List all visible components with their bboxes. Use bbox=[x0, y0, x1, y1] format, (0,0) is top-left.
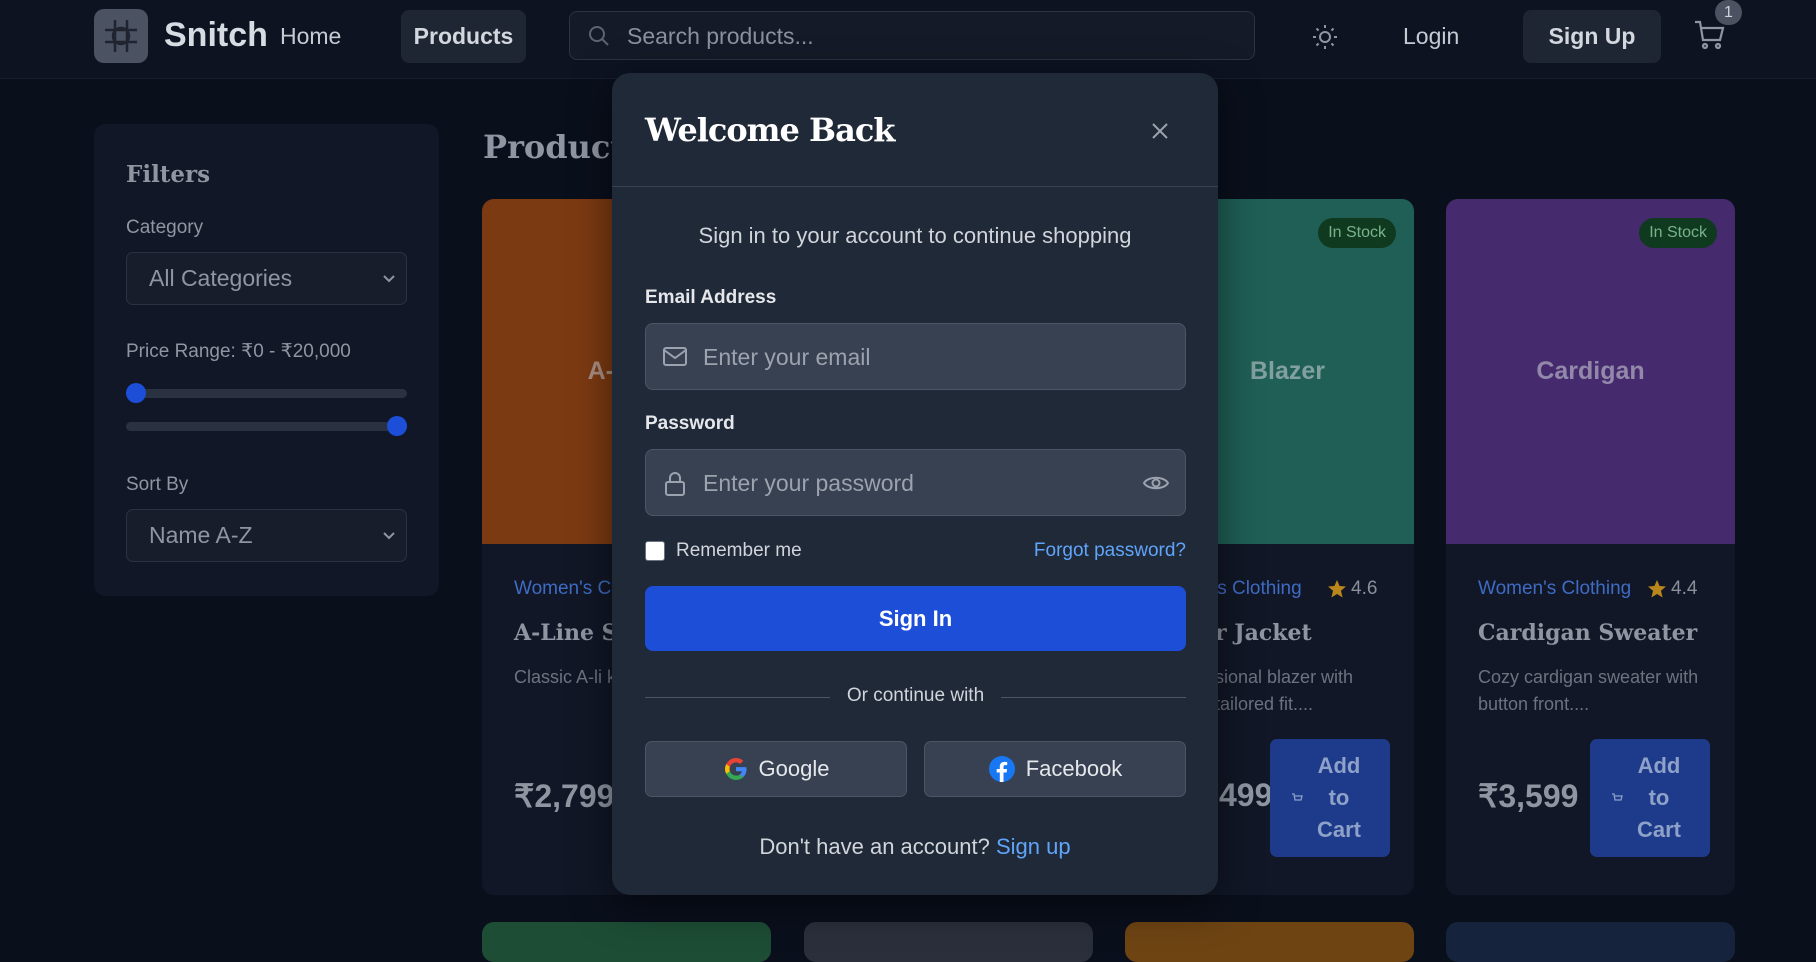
nav-home-link[interactable]: Home bbox=[280, 23, 341, 50]
brand-name[interactable]: Snitch bbox=[164, 16, 268, 55]
product-card[interactable] bbox=[1125, 922, 1414, 962]
product-price: ₹2,799 bbox=[514, 778, 615, 814]
password-label: Password bbox=[645, 413, 735, 434]
add-to-cart-label: Add to Cart bbox=[1316, 753, 1361, 842]
login-modal: Welcome Back Sign in to your account to … bbox=[612, 73, 1218, 895]
google-login-button[interactable]: Google bbox=[645, 741, 907, 797]
product-description: Cozy cardigan sweater with button front.… bbox=[1478, 667, 1699, 714]
remember-checkbox[interactable] bbox=[645, 541, 665, 561]
password-input[interactable] bbox=[701, 450, 1145, 517]
filters-title: Filters bbox=[126, 161, 211, 188]
search-icon bbox=[589, 26, 609, 46]
star-icon bbox=[1328, 580, 1346, 598]
signup-button[interactable]: Sign Up bbox=[1523, 10, 1661, 63]
product-card[interactable] bbox=[1446, 922, 1735, 962]
lock-icon bbox=[665, 472, 685, 496]
product-price: 499 bbox=[1219, 777, 1273, 813]
sun-icon[interactable] bbox=[1310, 22, 1340, 52]
product-card[interactable]: Cardigan In Stock Women's Clothing 4.4 C… bbox=[1446, 199, 1735, 895]
cart-icon bbox=[1612, 793, 1623, 801]
close-icon[interactable] bbox=[1148, 119, 1172, 143]
product-rating: 4.6 bbox=[1327, 578, 1377, 600]
sort-select-value: Name A-Z bbox=[149, 522, 253, 548]
email-field-box bbox=[645, 323, 1186, 391]
modal-divider bbox=[612, 186, 1218, 187]
facebook-label: Facebook bbox=[1025, 756, 1123, 781]
remember-me[interactable]: Remember me bbox=[645, 540, 802, 562]
product-category: Women's Clothing bbox=[1478, 578, 1632, 599]
facebook-icon bbox=[988, 756, 1015, 782]
no-account-text: Don't have an account? bbox=[759, 834, 990, 859]
filters-panel: Filters Category All Categories Price Ra… bbox=[94, 124, 439, 596]
category-select-value: All Categories bbox=[149, 265, 293, 291]
cart-count-badge: 1 bbox=[1715, 0, 1742, 25]
nav-products-link[interactable]: Products bbox=[401, 10, 526, 63]
category-label: Category bbox=[126, 217, 204, 238]
modal-subtitle: Sign in to your account to continue shop… bbox=[698, 223, 1132, 248]
forgot-password-link[interactable]: Forgot password? bbox=[1034, 540, 1186, 562]
product-description: sional blazer with tailored fit.... bbox=[1215, 667, 1354, 714]
password-field-box bbox=[645, 449, 1186, 517]
login-link[interactable]: Login bbox=[1403, 23, 1459, 50]
add-to-cart-button[interactable]: Add to Cart bbox=[1590, 739, 1710, 857]
chevron-down-icon bbox=[383, 532, 395, 540]
rating-value: 4.6 bbox=[1351, 578, 1378, 599]
product-name[interactable]: Cardigan Sweater bbox=[1478, 620, 1697, 646]
eye-icon[interactable] bbox=[1143, 471, 1169, 495]
product-card[interactable] bbox=[804, 922, 1093, 962]
sort-label: Sort By bbox=[126, 474, 189, 495]
price-range-label: Price Range: ₹0 - ₹20,000 bbox=[126, 341, 351, 362]
product-price: ₹3,599 bbox=[1478, 778, 1579, 814]
email-label: Email Address bbox=[645, 287, 777, 308]
stock-badge: In Stock bbox=[1639, 218, 1717, 248]
product-image-label: Cardigan bbox=[1536, 357, 1645, 385]
email-input[interactable] bbox=[701, 324, 1145, 391]
sign-in-button[interactable]: Sign In bbox=[645, 586, 1186, 651]
stock-badge: In Stock bbox=[1318, 218, 1396, 248]
logo-icon[interactable] bbox=[94, 9, 148, 63]
category-select[interactable]: All Categories bbox=[126, 252, 407, 305]
search-input[interactable] bbox=[625, 12, 1229, 61]
chevron-down-icon bbox=[383, 275, 395, 283]
facebook-login-button[interactable]: Facebook bbox=[924, 741, 1186, 797]
add-to-cart-label: Add to Cart bbox=[1636, 753, 1681, 842]
google-icon bbox=[724, 758, 747, 780]
or-continue-text: Or continue with bbox=[846, 685, 985, 706]
mail-icon bbox=[663, 347, 687, 366]
add-to-cart-button[interactable]: Add to Cart bbox=[1270, 739, 1390, 857]
signup-link[interactable]: Sign up bbox=[996, 834, 1071, 859]
cart-icon bbox=[1292, 793, 1303, 801]
modal-title: Welcome Back bbox=[645, 111, 895, 149]
product-card[interactable] bbox=[482, 922, 771, 962]
price-max-thumb[interactable] bbox=[387, 416, 407, 436]
price-max-slider[interactable] bbox=[126, 416, 407, 436]
product-name[interactable]: r Jacket bbox=[1215, 620, 1312, 646]
star-icon bbox=[1648, 580, 1666, 598]
product-image[interactable]: Cardigan bbox=[1446, 199, 1735, 544]
top-navbar: Snitch Home Products Login Sign Up 1 bbox=[0, 0, 1816, 79]
google-label: Google bbox=[758, 756, 830, 781]
sort-select[interactable]: Name A-Z bbox=[126, 509, 407, 562]
or-divider: Or continue with bbox=[645, 685, 1186, 709]
remember-label: Remember me bbox=[676, 540, 802, 561]
signup-prompt: Don't have an account? Sign up bbox=[612, 834, 1218, 860]
price-min-thumb[interactable] bbox=[126, 383, 146, 403]
price-min-slider[interactable] bbox=[126, 383, 407, 403]
search-bar bbox=[569, 11, 1255, 61]
rating-value: 4.4 bbox=[1671, 578, 1698, 599]
product-rating: 4.4 bbox=[1647, 578, 1697, 600]
product-image-label: Blazer bbox=[1250, 357, 1326, 385]
product-category: Women's C bbox=[514, 578, 612, 599]
